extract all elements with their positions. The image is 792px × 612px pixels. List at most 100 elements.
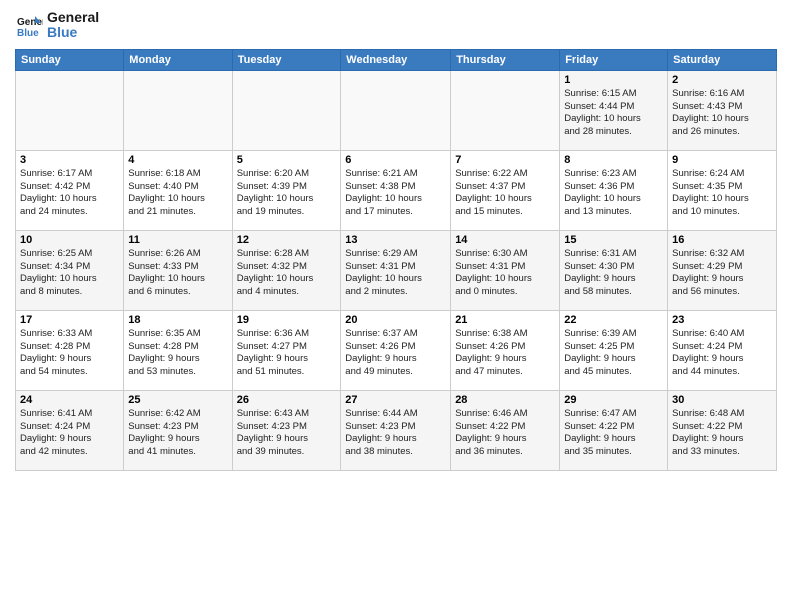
day-number: 22 xyxy=(564,314,663,326)
day-info: Sunrise: 6:32 AM Sunset: 4:29 PM Dayligh… xyxy=(672,248,772,299)
calendar-cell: 10 Sunrise: 6:25 AM Sunset: 4:34 PM Dayli… xyxy=(16,230,124,310)
page: General Blue General Blue Sunday Monday … xyxy=(0,0,792,612)
calendar-cell: 23Sunrise: 6:40 AM Sunset: 4:24 PM Dayli… xyxy=(668,310,777,390)
calendar-cell: 22 Sunrise: 6:39 AM Sunset: 4:25 PM Dayli… xyxy=(560,310,668,390)
day-number: 30 xyxy=(672,394,772,406)
day-info: Sunrise: 6:22 AM Sunset: 4:37 PM Dayligh… xyxy=(455,168,555,219)
calendar-cell: 9 Sunrise: 6:24 AM Sunset: 4:35 PM Daylig… xyxy=(668,150,777,230)
day-number: 7 xyxy=(455,154,555,166)
calendar-cell: 1Sunrise: 6:15 AM Sunset: 4:44 PM Daylig… xyxy=(560,70,668,150)
calendar-cell: 15Sunrise: 6:31 AM Sunset: 4:30 PM Dayli… xyxy=(560,230,668,310)
header-tuesday: Tuesday xyxy=(232,49,341,70)
day-info: Sunrise: 6:29 AM Sunset: 4:31 PM Dayligh… xyxy=(345,248,446,299)
day-number: 28 xyxy=(455,394,555,406)
day-number: 29 xyxy=(564,394,663,406)
day-info: Sunrise: 6:42 AM Sunset: 4:23 PM Dayligh… xyxy=(128,408,227,459)
day-info: Sunrise: 6:47 AM Sunset: 4:22 PM Dayligh… xyxy=(564,408,663,459)
logo-text: General Blue xyxy=(47,10,99,41)
day-number: 24 xyxy=(20,394,119,406)
day-number: 9 xyxy=(672,154,772,166)
day-info: Sunrise: 6:23 AM Sunset: 4:36 PM Dayligh… xyxy=(564,168,663,219)
day-number: 6 xyxy=(345,154,446,166)
header-sunday: Sunday xyxy=(16,49,124,70)
week-row-2: 3Sunrise: 6:17 AM Sunset: 4:42 PM Daylig… xyxy=(16,150,777,230)
header-monday: Monday xyxy=(124,49,232,70)
day-info: Sunrise: 6:35 AM Sunset: 4:28 PM Dayligh… xyxy=(128,328,227,379)
day-info: Sunrise: 6:20 AM Sunset: 4:39 PM Dayligh… xyxy=(237,168,337,219)
calendar-cell: 3Sunrise: 6:17 AM Sunset: 4:42 PM Daylig… xyxy=(16,150,124,230)
day-info: Sunrise: 6:21 AM Sunset: 4:38 PM Dayligh… xyxy=(345,168,446,219)
day-number: 21 xyxy=(455,314,555,326)
calendar-cell: 30 Sunrise: 6:48 AM Sunset: 4:22 PM Dayli… xyxy=(668,390,777,470)
calendar-cell xyxy=(341,70,451,150)
calendar-cell: 12 Sunrise: 6:28 AM Sunset: 4:32 PM Dayli… xyxy=(232,230,341,310)
day-info: Sunrise: 6:36 AM Sunset: 4:27 PM Dayligh… xyxy=(237,328,337,379)
day-info: Sunrise: 6:24 AM Sunset: 4:35 PM Dayligh… xyxy=(672,168,772,219)
calendar-cell: 16 Sunrise: 6:32 AM Sunset: 4:29 PM Dayli… xyxy=(668,230,777,310)
day-number: 13 xyxy=(345,234,446,246)
day-info: Sunrise: 6:30 AM Sunset: 4:31 PM Dayligh… xyxy=(455,248,555,299)
calendar-cell: 5 Sunrise: 6:20 AM Sunset: 4:39 PM Daylig… xyxy=(232,150,341,230)
day-info: Sunrise: 6:38 AM Sunset: 4:26 PM Dayligh… xyxy=(455,328,555,379)
week-row-1: 1Sunrise: 6:15 AM Sunset: 4:44 PM Daylig… xyxy=(16,70,777,150)
day-number: 23 xyxy=(672,314,772,326)
day-info: Sunrise: 6:39 AM Sunset: 4:25 PM Dayligh… xyxy=(564,328,663,379)
calendar-cell: 28 Sunrise: 6:46 AM Sunset: 4:22 PM Dayli… xyxy=(451,390,560,470)
day-info: Sunrise: 6:44 AM Sunset: 4:23 PM Dayligh… xyxy=(345,408,446,459)
calendar-cell xyxy=(16,70,124,150)
day-number: 17 xyxy=(20,314,119,326)
calendar-cell xyxy=(451,70,560,150)
day-info: Sunrise: 6:46 AM Sunset: 4:22 PM Dayligh… xyxy=(455,408,555,459)
calendar-cell: 8 Sunrise: 6:23 AM Sunset: 4:36 PM Daylig… xyxy=(560,150,668,230)
calendar-body: 1Sunrise: 6:15 AM Sunset: 4:44 PM Daylig… xyxy=(16,70,777,470)
calendar-cell: 7 Sunrise: 6:22 AM Sunset: 4:37 PM Daylig… xyxy=(451,150,560,230)
calendar-cell: 6 Sunrise: 6:21 AM Sunset: 4:38 PM Daylig… xyxy=(341,150,451,230)
week-row-5: 24Sunrise: 6:41 AM Sunset: 4:24 PM Dayli… xyxy=(16,390,777,470)
svg-text:Blue: Blue xyxy=(17,28,39,39)
calendar-cell xyxy=(124,70,232,150)
calendar-cell: 20 Sunrise: 6:37 AM Sunset: 4:26 PM Dayli… xyxy=(341,310,451,390)
day-number: 11 xyxy=(128,234,227,246)
day-number: 26 xyxy=(237,394,337,406)
day-number: 12 xyxy=(237,234,337,246)
day-number: 18 xyxy=(128,314,227,326)
day-info: Sunrise: 6:16 AM Sunset: 4:43 PM Dayligh… xyxy=(672,88,772,139)
header-wednesday: Wednesday xyxy=(341,49,451,70)
logo: General Blue General Blue xyxy=(15,10,99,41)
calendar-cell: 17Sunrise: 6:33 AM Sunset: 4:28 PM Dayli… xyxy=(16,310,124,390)
day-number: 5 xyxy=(237,154,337,166)
day-info: Sunrise: 6:28 AM Sunset: 4:32 PM Dayligh… xyxy=(237,248,337,299)
day-info: Sunrise: 6:18 AM Sunset: 4:40 PM Dayligh… xyxy=(128,168,227,219)
day-number: 2 xyxy=(672,74,772,86)
header-row: Sunday Monday Tuesday Wednesday Thursday… xyxy=(16,49,777,70)
calendar-cell xyxy=(232,70,341,150)
day-info: Sunrise: 6:48 AM Sunset: 4:22 PM Dayligh… xyxy=(672,408,772,459)
calendar-cell: 27Sunrise: 6:44 AM Sunset: 4:23 PM Dayli… xyxy=(341,390,451,470)
day-info: Sunrise: 6:26 AM Sunset: 4:33 PM Dayligh… xyxy=(128,248,227,299)
calendar-cell: 29 Sunrise: 6:47 AM Sunset: 4:22 PM Dayli… xyxy=(560,390,668,470)
day-number: 19 xyxy=(237,314,337,326)
calendar-cell: 26Sunrise: 6:43 AM Sunset: 4:23 PM Dayli… xyxy=(232,390,341,470)
calendar-header: Sunday Monday Tuesday Wednesday Thursday… xyxy=(16,49,777,70)
calendar-cell: 21 Sunrise: 6:38 AM Sunset: 4:26 PM Dayli… xyxy=(451,310,560,390)
day-number: 8 xyxy=(564,154,663,166)
calendar-cell: 14Sunrise: 6:30 AM Sunset: 4:31 PM Dayli… xyxy=(451,230,560,310)
header-saturday: Saturday xyxy=(668,49,777,70)
day-info: Sunrise: 6:25 AM Sunset: 4:34 PM Dayligh… xyxy=(20,248,119,299)
day-number: 16 xyxy=(672,234,772,246)
calendar-cell: 4 Sunrise: 6:18 AM Sunset: 4:40 PM Daylig… xyxy=(124,150,232,230)
day-number: 10 xyxy=(20,234,119,246)
header: General Blue General Blue xyxy=(15,10,777,41)
calendar-cell: 25Sunrise: 6:42 AM Sunset: 4:23 PM Dayli… xyxy=(124,390,232,470)
logo-line2: Blue xyxy=(47,25,99,40)
day-info: Sunrise: 6:37 AM Sunset: 4:26 PM Dayligh… xyxy=(345,328,446,379)
day-number: 15 xyxy=(564,234,663,246)
logo-icon: General Blue xyxy=(15,11,43,39)
calendar-table: Sunday Monday Tuesday Wednesday Thursday… xyxy=(15,49,777,471)
day-number: 20 xyxy=(345,314,446,326)
calendar-cell: 11 Sunrise: 6:26 AM Sunset: 4:33 PM Dayli… xyxy=(124,230,232,310)
week-row-4: 17Sunrise: 6:33 AM Sunset: 4:28 PM Dayli… xyxy=(16,310,777,390)
calendar-cell: 2 Sunrise: 6:16 AM Sunset: 4:43 PM Daylig… xyxy=(668,70,777,150)
day-number: 1 xyxy=(564,74,663,86)
day-number: 4 xyxy=(128,154,227,166)
